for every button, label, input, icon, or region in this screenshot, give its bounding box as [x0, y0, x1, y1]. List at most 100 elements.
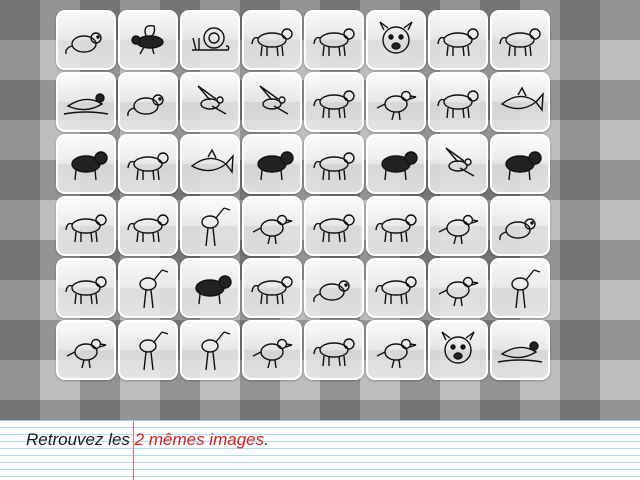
card-shark[interactable]: [490, 72, 550, 132]
elephant-icon: [251, 28, 293, 57]
card-mole[interactable]: [304, 258, 364, 318]
cow-icon: [65, 214, 107, 243]
instruction-text: Retrouvez les 2 mêmes images.: [26, 430, 269, 450]
game-stage: Retrouvez les 2 mêmes images.: [0, 0, 640, 480]
card-stork[interactable]: [118, 258, 178, 318]
card-giraffe[interactable]: [118, 320, 178, 380]
panda-icon: [195, 275, 232, 305]
card-grid: [56, 10, 556, 385]
collie-icon: [71, 151, 108, 181]
card-pig[interactable]: [56, 258, 116, 318]
lion-icon: [127, 152, 169, 181]
card-songbird[interactable]: [242, 196, 302, 256]
rabbit-icon: [257, 151, 294, 181]
card-loon[interactable]: [56, 72, 116, 132]
card-seagull[interactable]: [242, 72, 302, 132]
card-loon-swimming[interactable]: [490, 320, 550, 380]
card-rhinoceros[interactable]: [118, 196, 178, 256]
card-dog-head[interactable]: [366, 10, 426, 70]
shark-icon: [500, 86, 544, 112]
card-mouse[interactable]: [56, 10, 116, 70]
giraffe-icon: [139, 331, 169, 371]
card-sheep[interactable]: [304, 134, 364, 194]
card-poodle[interactable]: [304, 320, 364, 380]
bald-eagle-icon: [438, 214, 479, 245]
whale-icon: [190, 148, 234, 174]
tiger-crouching-icon: [375, 214, 417, 243]
card-snail[interactable]: [180, 10, 240, 70]
dog-head-icon: [379, 21, 413, 54]
sheep-icon: [313, 152, 355, 181]
goat-icon: [313, 214, 355, 243]
card-rat[interactable]: [490, 196, 550, 256]
card-donkey[interactable]: [428, 10, 488, 70]
frog-icon: [127, 94, 164, 117]
card-bee[interactable]: [118, 10, 178, 70]
card-walrus[interactable]: [490, 134, 550, 194]
loon-swimming-icon: [497, 341, 543, 363]
card-goat[interactable]: [304, 196, 364, 256]
gazelle-icon: [201, 207, 231, 247]
chihuahua-icon: [499, 28, 541, 57]
card-bird-flying[interactable]: [428, 134, 488, 194]
card-tiger[interactable]: [304, 72, 364, 132]
card-gazelle[interactable]: [180, 196, 240, 256]
poodle-icon: [313, 338, 355, 367]
deer-icon: [201, 331, 231, 371]
card-rabbit[interactable]: [242, 134, 302, 194]
loon-icon: [63, 93, 109, 115]
dog-spotted-icon: [313, 28, 355, 57]
bird-flying-icon: [445, 147, 475, 177]
duck-icon: [376, 338, 417, 369]
card-bear[interactable]: [428, 72, 488, 132]
instruction-panel: Retrouvez les 2 mêmes images.: [0, 420, 640, 480]
pigeon-icon: [252, 338, 293, 369]
bear-head-icon: [441, 331, 475, 364]
card-whale[interactable]: [180, 134, 240, 194]
donkey-icon: [437, 28, 479, 57]
card-elephant[interactable]: [242, 10, 302, 70]
instruction-highlight: 2 mêmes images: [134, 430, 265, 449]
rooster-icon: [438, 276, 479, 307]
card-duck[interactable]: [366, 320, 426, 380]
card-deer[interactable]: [180, 320, 240, 380]
card-stork[interactable]: [490, 258, 550, 318]
card-panda[interactable]: [180, 258, 240, 318]
card-kangaroo[interactable]: [366, 134, 426, 194]
tiger-icon: [313, 90, 355, 119]
card-collie[interactable]: [56, 134, 116, 194]
goose-icon: [66, 338, 107, 369]
card-cow[interactable]: [56, 196, 116, 256]
card-zebra[interactable]: [242, 258, 302, 318]
card-chihuahua[interactable]: [490, 10, 550, 70]
pig-icon: [65, 276, 107, 305]
instruction-suffix: .: [264, 430, 269, 449]
card-bear-head[interactable]: [428, 320, 488, 380]
card-dodo[interactable]: [366, 72, 426, 132]
card-tiger-crouching[interactable]: [366, 196, 426, 256]
seagull-icon: [259, 85, 289, 115]
eagle-swooping-icon: [197, 85, 227, 115]
snail-icon: [192, 27, 230, 51]
card-lion[interactable]: [118, 134, 178, 194]
rhinoceros-icon: [127, 214, 169, 243]
card-eagle-swooping[interactable]: [180, 72, 240, 132]
zebra-icon: [251, 276, 293, 305]
stork-icon: [511, 269, 541, 309]
stork-icon: [139, 269, 169, 309]
card-goose[interactable]: [56, 320, 116, 380]
horse-icon: [375, 276, 417, 305]
card-rooster[interactable]: [428, 258, 488, 318]
dodo-icon: [376, 90, 417, 121]
card-horse[interactable]: [366, 258, 426, 318]
mouse-icon: [65, 32, 102, 55]
instruction-prefix: Retrouvez les: [26, 430, 135, 449]
walrus-icon: [505, 151, 542, 181]
card-frog[interactable]: [118, 72, 178, 132]
card-bald-eagle[interactable]: [428, 196, 488, 256]
card-dog-spotted[interactable]: [304, 10, 364, 70]
songbird-icon: [252, 214, 293, 245]
game-board: [0, 0, 640, 420]
rat-icon: [499, 218, 536, 241]
card-pigeon[interactable]: [242, 320, 302, 380]
